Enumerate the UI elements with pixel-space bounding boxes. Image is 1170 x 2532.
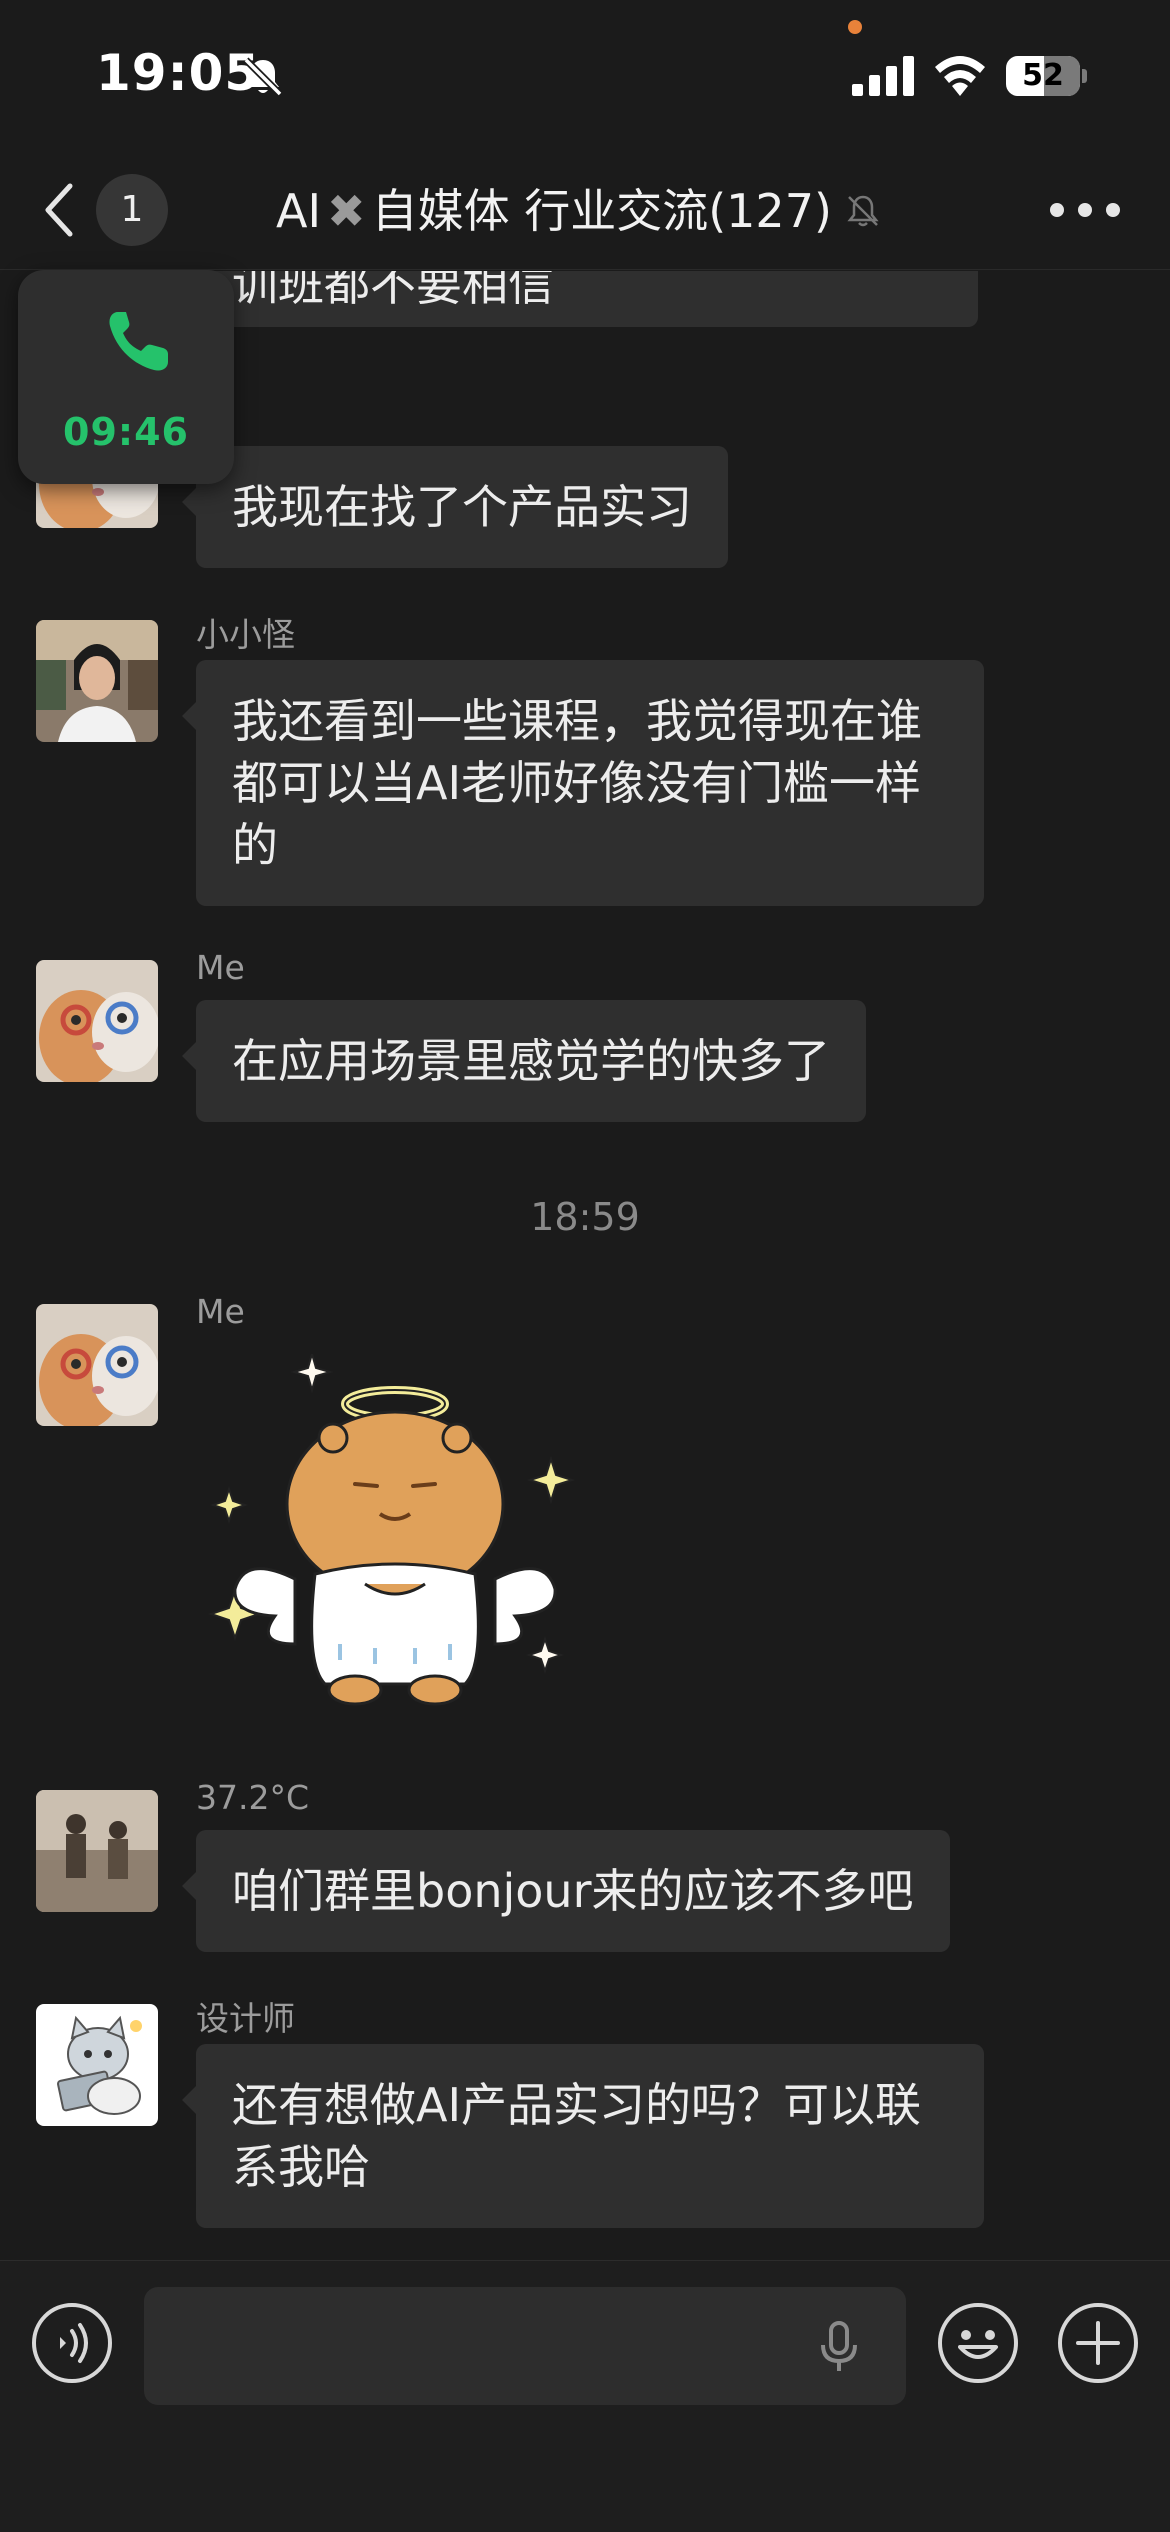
- sender-name: Me: [196, 1292, 245, 1331]
- wifi-icon: [935, 56, 985, 96]
- sender-name: Me: [196, 948, 245, 987]
- message-text: 我还看到一些课程，我觉得现在谁都可以当AI老师好像没有门槛一样的: [232, 694, 922, 872]
- status-bar: 19:05 52: [0, 0, 1170, 150]
- message-input[interactable]: [144, 2287, 906, 2405]
- bell-slash-icon: [243, 57, 283, 97]
- message-text: 在应用场景里感觉学的快多了: [232, 1034, 830, 1088]
- call-duration: 09:46: [63, 410, 189, 454]
- sepia-photo-avatar[interactable]: [36, 1790, 158, 1912]
- timestamp-divider: 18:59: [530, 1195, 640, 1239]
- chat-title-prefix: AI: [276, 184, 322, 238]
- smiley-icon[interactable]: [936, 2301, 1020, 2385]
- message-list[interactable]: 训班都不要相信 Me 我现在找了个产品实习: [0, 271, 1170, 2260]
- message-text: 训班都不要相信: [232, 271, 554, 311]
- chat-title[interactable]: AI ✖ 自媒体 行业交流(127): [276, 176, 882, 246]
- woman-photo-avatar[interactable]: [36, 620, 158, 742]
- message-bubble[interactable]: 还有想做AI产品实习的吗？可以联系我哈: [182, 2044, 984, 2228]
- bell-slash-icon: [847, 195, 879, 227]
- message-bubble[interactable]: 咱们群里bonjour来的应该不多吧: [182, 1830, 950, 1952]
- message-bubble[interactable]: 在应用场景里感觉学的快多了: [182, 1000, 866, 1122]
- ongoing-call-float[interactable]: 09:46: [18, 270, 234, 484]
- message-text: 咱们群里bonjour来的应该不多吧: [232, 1864, 914, 1918]
- cellular-signal-icon: [852, 56, 914, 96]
- ellipsis-dot: [1106, 203, 1120, 217]
- voice-mode-icon[interactable]: [30, 2301, 114, 2385]
- battery-icon: 52: [1006, 56, 1087, 96]
- message-bubble[interactable]: 我还看到一些课程，我觉得现在谁都可以当AI老师好像没有门槛一样的: [182, 660, 984, 906]
- chat-title-separator: ✖: [327, 184, 366, 238]
- sender-name: 设计师: [196, 1999, 295, 2038]
- plus-circle-icon[interactable]: [1056, 2301, 1140, 2385]
- angel-bear-sticker[interactable]: [205, 1354, 585, 1714]
- message-text: 还有想做AI产品实习的吗？可以联系我哈: [232, 2078, 922, 2194]
- input-bar: [0, 2260, 1170, 2532]
- unread-count-badge[interactable]: 1: [96, 174, 168, 246]
- microphone-icon[interactable]: [812, 2319, 866, 2373]
- cartoon-cat-laptop-avatar[interactable]: [36, 2004, 158, 2126]
- phone-icon: [109, 312, 168, 371]
- message-bubble[interactable]: 我现在找了个产品实习: [182, 446, 728, 568]
- sender-name: 37.2°C: [196, 1778, 310, 1817]
- ellipsis-dot: [1050, 203, 1064, 217]
- status-time: 19:05: [96, 44, 261, 102]
- chat-title-name: 自媒体 行业交流(127): [371, 184, 832, 238]
- chat-screen: 19:05 52 1 AI ✖ 自媒体 行业交流(127) 训班都不要相信 我现…: [0, 0, 1170, 2532]
- more-options-button[interactable]: [1050, 180, 1120, 240]
- cat-avatar[interactable]: [36, 1304, 158, 1426]
- cat-avatar[interactable]: [36, 960, 158, 1082]
- sender-name: 小小怪: [196, 615, 295, 654]
- battery-percent: 52: [1022, 58, 1064, 93]
- ellipsis-dot: [1078, 203, 1092, 217]
- message-text: 我现在找了个产品实习: [232, 480, 692, 534]
- recording-indicator-dot: [848, 20, 862, 34]
- chevron-left-icon[interactable]: [40, 178, 80, 242]
- chat-header: 1 AI ✖ 自媒体 行业交流(127): [0, 150, 1170, 270]
- message-bubble[interactable]: 训班都不要相信: [196, 271, 978, 327]
